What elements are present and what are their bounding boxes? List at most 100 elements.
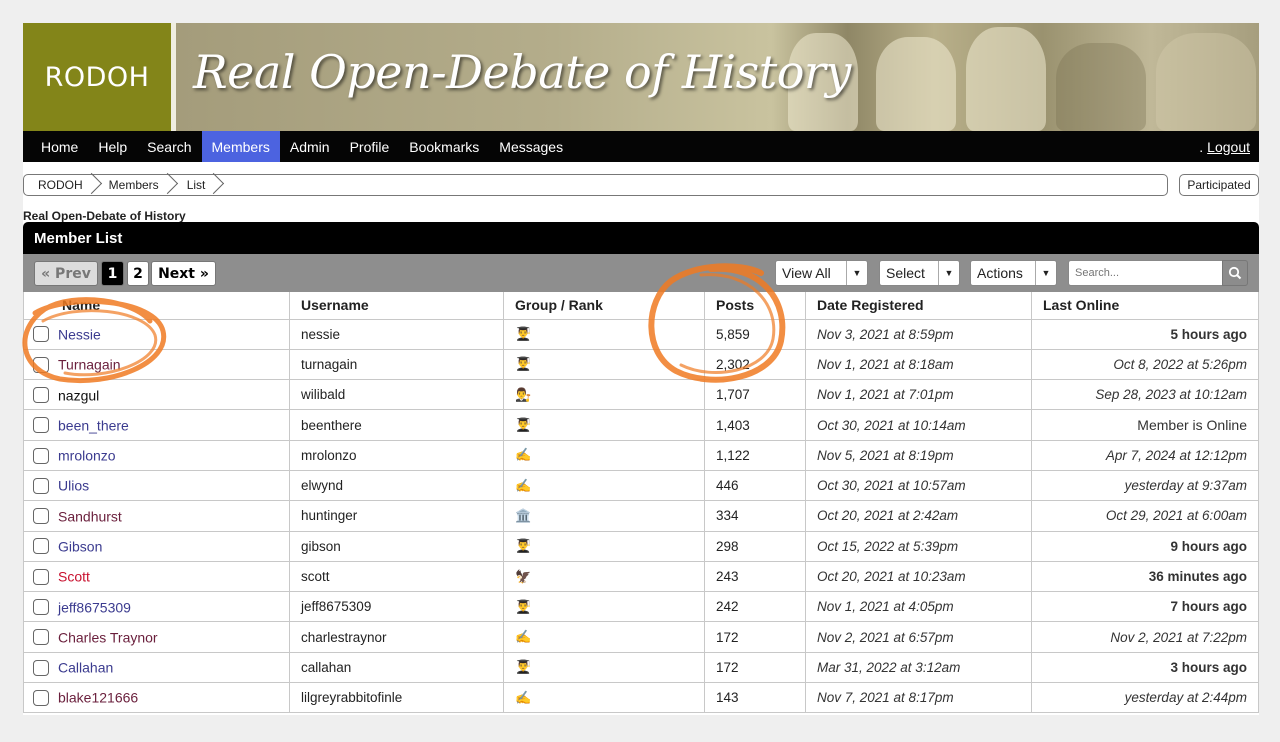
last-online-cell: 9 hours ago bbox=[1031, 530, 1259, 562]
member-name-link[interactable]: Scott bbox=[58, 569, 90, 585]
chevron-down-icon: ▼ bbox=[846, 261, 867, 285]
nav-item-bookmarks[interactable]: Bookmarks bbox=[399, 131, 489, 162]
member-name-link[interactable]: mrolonzo bbox=[58, 448, 116, 464]
scholar-icon: 👨‍🎓 bbox=[515, 417, 532, 433]
name-cell: been_there bbox=[23, 409, 290, 441]
table-row: Charles Traynor charlestraynor ✍️ 172 Nov 2,… bbox=[23, 621, 1259, 653]
member-name-link[interactable]: Turnagain bbox=[58, 357, 121, 373]
breadcrumb-item-rodoh[interactable]: RODOH bbox=[24, 175, 91, 195]
classical-building-icon: 🏛️ bbox=[515, 507, 532, 523]
page-1-button[interactable]: 1 bbox=[101, 261, 124, 286]
date-registered-cell: Nov 1, 2021 at 7:01pm bbox=[805, 379, 1032, 411]
member-list-toolbar: « Prev 1 2 Next » View All ▼ Select ▼ Ac… bbox=[23, 254, 1259, 292]
member-name-link[interactable]: blake121666 bbox=[58, 690, 138, 706]
table-row: been_there beenthere 👨‍🎓 1,403 Oct 30, 2021 … bbox=[23, 409, 1259, 441]
nav-item-profile[interactable]: Profile bbox=[340, 131, 400, 162]
posts-cell: 172 bbox=[704, 651, 806, 684]
username-cell: charlestraynor bbox=[289, 621, 504, 653]
header-name[interactable]: Name bbox=[23, 292, 290, 320]
date-registered-cell: Nov 1, 2021 at 4:05pm bbox=[805, 591, 1032, 623]
search-input[interactable] bbox=[1069, 267, 1219, 279]
rank-cell: 🦅 bbox=[503, 560, 705, 593]
rank-cell: ✍️ bbox=[503, 439, 705, 471]
row-checkbox[interactable] bbox=[33, 417, 49, 434]
posts-cell: 334 bbox=[704, 500, 806, 532]
nav-item-search[interactable]: Search bbox=[137, 131, 201, 162]
next-page-button[interactable]: Next » bbox=[151, 261, 216, 286]
row-checkbox[interactable] bbox=[33, 508, 49, 525]
member-name-link[interactable]: Nessie bbox=[58, 326, 101, 342]
table-row: Turnagain turnagain 👨‍🎓 2,302 Nov 1, 2021 at… bbox=[23, 348, 1259, 381]
member-name-link[interactable]: Ulios bbox=[58, 478, 89, 494]
member-name-link[interactable]: Sandhurst bbox=[58, 508, 122, 524]
header-last-online[interactable]: Last Online bbox=[1031, 292, 1259, 320]
nav-item-admin[interactable]: Admin bbox=[280, 131, 340, 162]
name-cell: blake121666 bbox=[23, 682, 290, 714]
row-checkbox[interactable] bbox=[33, 568, 49, 585]
rank-cell: ✍️ bbox=[503, 469, 705, 502]
date-registered-cell: Oct 15, 2022 at 5:39pm bbox=[805, 530, 1032, 562]
row-checkbox[interactable] bbox=[33, 386, 49, 403]
member-name-link[interactable]: been_there bbox=[58, 417, 129, 433]
table-row: nazgul wilibald 👨‍⚖️ 1,707 Nov 1, 2021 at 7:… bbox=[23, 379, 1259, 411]
rank-cell: 👨‍🎓 bbox=[503, 530, 705, 562]
posts-cell: 1,403 bbox=[704, 409, 806, 441]
row-checkbox[interactable] bbox=[33, 599, 49, 616]
row-checkbox[interactable] bbox=[33, 356, 49, 373]
member-name-link[interactable]: nazgul bbox=[58, 387, 99, 403]
page-frame: RODOH Real Open-Debate of History Home He… bbox=[22, 23, 1259, 715]
username-cell: scott bbox=[289, 560, 504, 593]
banner-title: Real Open-Debate of History bbox=[193, 45, 851, 99]
header-posts[interactable]: Posts bbox=[704, 292, 806, 320]
page-2-button[interactable]: 2 bbox=[127, 261, 149, 286]
header-username[interactable]: Username bbox=[289, 292, 504, 320]
date-registered-cell: Nov 5, 2021 at 8:19pm bbox=[805, 439, 1032, 471]
rank-cell: 👨‍🎓 bbox=[503, 651, 705, 684]
row-checkbox[interactable] bbox=[33, 689, 49, 706]
select-dropdown[interactable]: Select ▼ bbox=[879, 260, 960, 286]
date-registered-cell: Mar 31, 2022 at 3:12am bbox=[805, 651, 1032, 684]
posts-cell: 2,302 bbox=[704, 348, 806, 381]
row-checkbox[interactable] bbox=[33, 447, 49, 464]
writing-hand-icon: ✍️ bbox=[515, 629, 532, 645]
name-cell: nazgul bbox=[23, 379, 290, 411]
date-registered-cell: Nov 3, 2021 at 8:59pm bbox=[805, 318, 1032, 350]
member-name-link[interactable]: Gibson bbox=[58, 538, 102, 554]
rank-cell: ✍️ bbox=[503, 621, 705, 653]
last-online-cell: Oct 8, 2022 at 5:26pm bbox=[1031, 348, 1259, 381]
search-button[interactable] bbox=[1222, 260, 1248, 286]
scholar-icon: 👨‍🎓 bbox=[515, 356, 532, 372]
last-online-cell: 7 hours ago bbox=[1031, 591, 1259, 623]
username-cell: turnagain bbox=[289, 348, 504, 381]
name-cell: Charles Traynor bbox=[23, 621, 290, 653]
participated-button[interactable]: Participated bbox=[1179, 174, 1259, 196]
last-online-cell: yesterday at 2:44pm bbox=[1031, 682, 1259, 714]
nav-item-home[interactable]: Home bbox=[23, 131, 88, 162]
table-header-row: Name Username Group / Rank Posts Date Re… bbox=[23, 292, 1259, 320]
username-cell: beenthere bbox=[289, 409, 504, 441]
row-checkbox[interactable] bbox=[33, 477, 49, 494]
rank-cell: 👨‍🎓 bbox=[503, 409, 705, 441]
prev-page-button[interactable]: « Prev bbox=[34, 261, 98, 286]
breadcrumb-item-members[interactable]: Members bbox=[91, 175, 167, 195]
chevron-down-icon: ▼ bbox=[938, 261, 959, 285]
header-group-rank[interactable]: Group / Rank bbox=[503, 292, 705, 320]
scholar-icon: 👨‍🎓 bbox=[515, 326, 532, 342]
view-all-dropdown[interactable]: View All ▼ bbox=[775, 260, 868, 286]
nav-item-messages[interactable]: Messages bbox=[489, 131, 573, 162]
member-name-link[interactable]: jeff8675309 bbox=[58, 599, 131, 615]
nav-item-help[interactable]: Help bbox=[88, 131, 137, 162]
nav-item-members[interactable]: Members bbox=[201, 131, 280, 162]
breadcrumb-item-list[interactable]: List bbox=[167, 175, 214, 195]
row-checkbox[interactable] bbox=[33, 629, 49, 646]
member-name-link[interactable]: Callahan bbox=[58, 660, 113, 676]
date-registered-cell: Oct 30, 2021 at 10:14am bbox=[805, 409, 1032, 441]
row-checkbox[interactable] bbox=[33, 538, 49, 555]
actions-dropdown[interactable]: Actions ▼ bbox=[970, 260, 1057, 286]
member-name-link[interactable]: Charles Traynor bbox=[58, 629, 158, 645]
site-logo[interactable]: RODOH bbox=[23, 23, 171, 131]
logout-link[interactable]: Logout bbox=[1207, 139, 1250, 155]
row-checkbox[interactable] bbox=[33, 326, 49, 343]
header-date-registered[interactable]: Date Registered bbox=[805, 292, 1032, 320]
row-checkbox[interactable] bbox=[33, 659, 49, 676]
